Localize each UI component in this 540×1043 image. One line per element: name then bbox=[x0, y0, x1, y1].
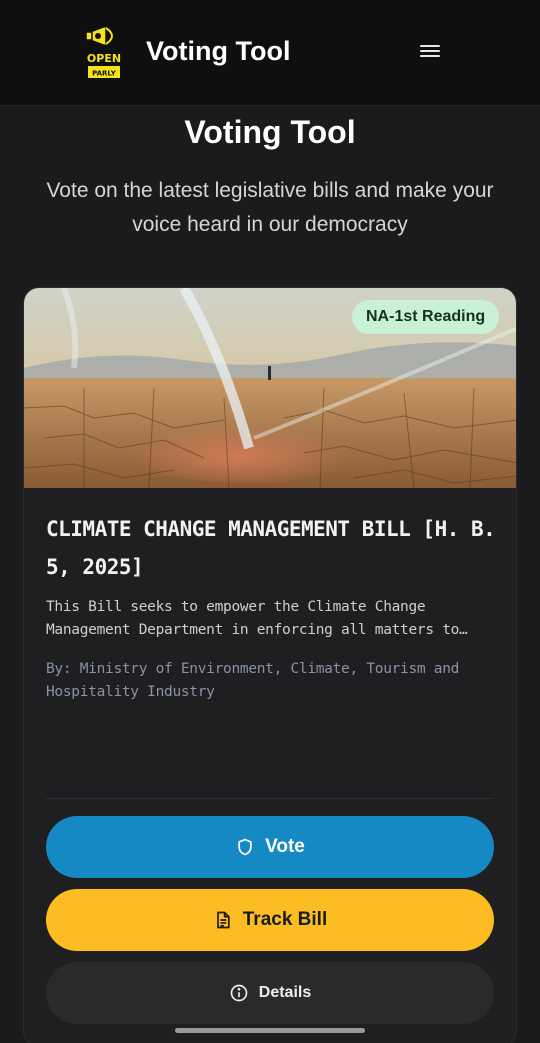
reading-stage-badge: NA-1st Reading bbox=[352, 300, 500, 334]
shield-icon bbox=[235, 837, 255, 857]
app-header: OPEN PARLY Voting Tool bbox=[0, 0, 540, 106]
vote-button-label: Vote bbox=[265, 836, 305, 857]
bill-card: NA-1st Reading CLIMATE CHANGE MANAGEMENT… bbox=[23, 287, 517, 1043]
bill-hero-image: NA-1st Reading bbox=[24, 288, 516, 488]
bill-title: CLIMATE CHANGE MANAGEMENT BILL [H. B. 5,… bbox=[46, 517, 496, 579]
page-title: Voting Tool bbox=[184, 114, 356, 150]
app-title: Voting Tool bbox=[146, 36, 291, 66]
track-bill-button-label: Track Bill bbox=[242, 909, 328, 930]
bill-description: This Bill seeks to empower the Climate C… bbox=[46, 599, 468, 638]
document-icon bbox=[213, 910, 233, 930]
card-divider bbox=[46, 798, 494, 799]
open-parly-logo[interactable]: OPEN PARLY bbox=[84, 22, 124, 82]
vote-button[interactable]: Vote bbox=[46, 816, 494, 878]
info-icon bbox=[229, 983, 249, 1003]
track-bill-button[interactable]: Track Bill bbox=[46, 889, 494, 951]
hamburger-menu-icon[interactable] bbox=[420, 42, 440, 60]
bill-author: By: Ministry of Environment, Climate, To… bbox=[46, 661, 460, 700]
details-button[interactable]: Details bbox=[46, 962, 494, 1024]
details-button-label: Details bbox=[258, 984, 312, 1001]
logo-text-open: OPEN bbox=[87, 52, 121, 65]
home-indicator[interactable] bbox=[175, 1028, 365, 1033]
logo-text-parly: PARLY bbox=[92, 70, 117, 78]
page-subtitle: Vote on the latest legislative bills and… bbox=[46, 179, 494, 236]
